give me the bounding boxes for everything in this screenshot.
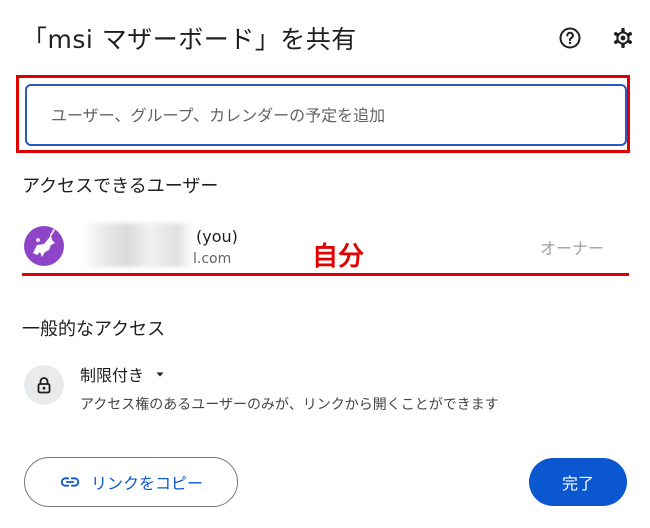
general-access-heading: 一般的なアクセス [22, 319, 166, 340]
general-access-dropdown[interactable]: 制限付き [80, 362, 166, 386]
lock-icon [37, 377, 51, 394]
user-role: オーナー [540, 239, 605, 258]
copy-link-button[interactable]: リンクをコピー [24, 457, 238, 507]
help-circle-icon [559, 27, 581, 49]
done-button[interactable]: 完了 [529, 458, 627, 506]
unicorn-avatar-icon [33, 229, 55, 257]
user-email-suffix: l.com [193, 251, 232, 267]
settings-button[interactable] [611, 26, 635, 50]
annotation-self-label: 自分 [312, 242, 365, 272]
dialog-title: 「msi マザーボード」を共有 [22, 25, 357, 54]
share-people-input[interactable] [25, 84, 627, 146]
copy-link-label: リンクをコピー [90, 474, 203, 493]
help-button[interactable] [558, 26, 582, 50]
user-avatar [24, 226, 64, 266]
link-icon [60, 477, 80, 487]
redacted-user-name [82, 223, 194, 267]
user-name-suffix: (you) [196, 227, 238, 246]
access-lock-badge [24, 365, 64, 405]
gear-icon [613, 28, 633, 48]
general-access-description: アクセス権のあるユーザーのみが、リンクから開くことができます [80, 397, 499, 413]
general-access-level: 制限付き [80, 366, 145, 385]
people-with-access-heading: アクセスできるユーザー [22, 176, 219, 197]
caret-down-icon [156, 372, 164, 377]
annotation-underline [22, 273, 629, 276]
